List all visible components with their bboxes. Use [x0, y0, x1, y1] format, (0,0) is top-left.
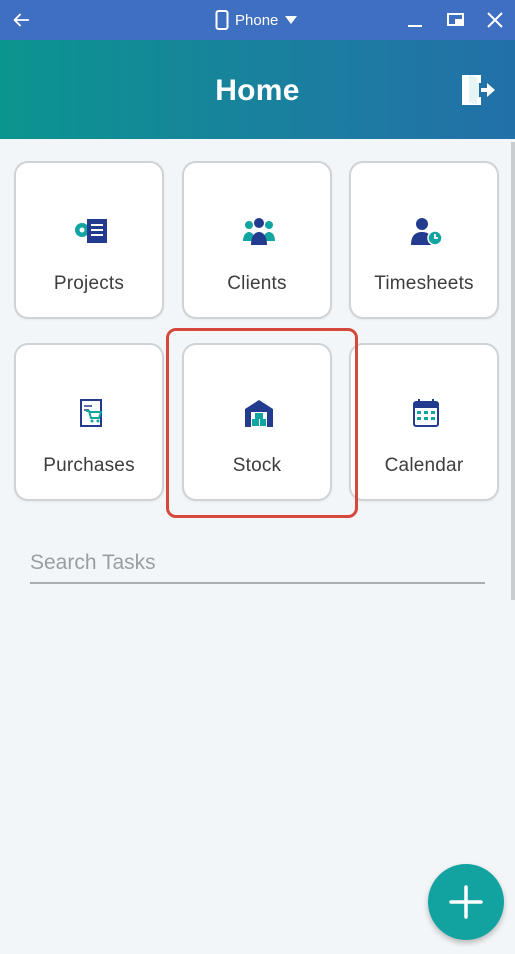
page-title: Home — [215, 74, 300, 107]
add-button[interactable] — [428, 864, 504, 940]
app-header: Home — [0, 40, 515, 139]
clients-icon — [243, 218, 275, 245]
close-icon[interactable] — [484, 9, 506, 31]
scrollbar[interactable] — [511, 142, 515, 600]
purchases-icon — [80, 399, 103, 427]
timesheets-icon — [411, 218, 443, 246]
device-label: Phone — [235, 11, 279, 29]
tile-timesheets[interactable]: Timesheets — [349, 161, 499, 319]
plus-icon — [449, 885, 483, 919]
tile-label: Stock — [232, 455, 282, 476]
tile-projects[interactable]: Projects — [14, 161, 164, 319]
tile-label: Calendar — [384, 455, 464, 476]
tile-calendar[interactable]: Calendar — [349, 343, 499, 501]
tile-label: Purchases — [43, 455, 135, 476]
tile-purchases[interactable]: Purchases — [14, 343, 164, 501]
tile-label: Projects — [53, 273, 125, 294]
dropdown-caret-icon — [285, 16, 298, 24]
back-arrow-icon[interactable] — [10, 9, 32, 31]
device-selector[interactable]: Phone — [215, 9, 298, 31]
logout-icon[interactable] — [460, 72, 496, 108]
projects-icon — [75, 219, 107, 243]
tile-label: Timesheets — [374, 273, 474, 294]
phone-icon — [215, 10, 229, 30]
minimize-icon[interactable] — [404, 9, 426, 31]
tile-label: Clients — [227, 273, 287, 294]
tile-stock[interactable]: Stock — [182, 343, 332, 501]
restore-icon[interactable] — [445, 9, 467, 31]
stock-icon — [245, 400, 273, 427]
calendar-icon — [413, 399, 439, 427]
tile-clients[interactable]: Clients — [182, 161, 332, 319]
window-title-bar: Phone — [0, 0, 515, 40]
search-input[interactable] — [30, 548, 485, 584]
